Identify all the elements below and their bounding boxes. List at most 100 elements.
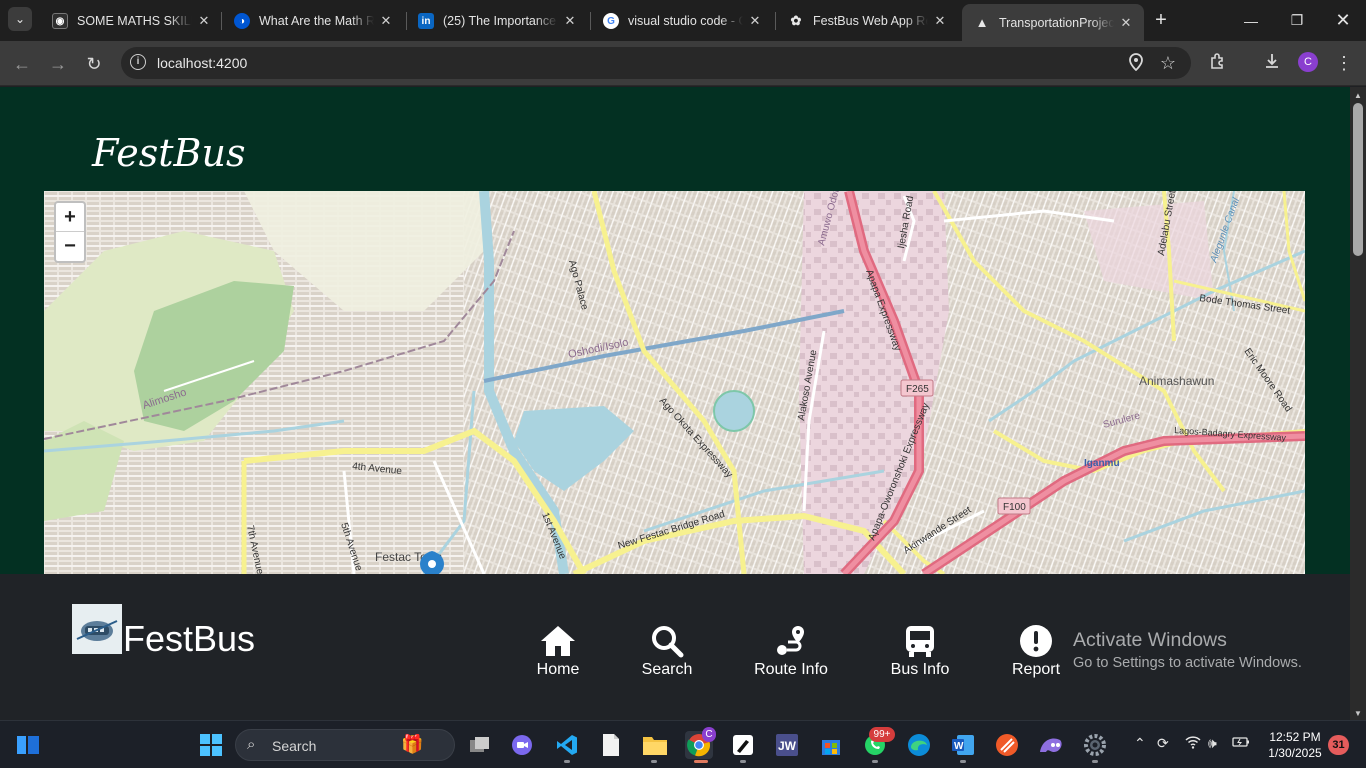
close-icon[interactable]: ✕ <box>196 13 212 29</box>
map-view[interactable]: Alimosho Ago Palace Oshodi/Isolo Ago Oko… <box>44 191 1305 574</box>
watermark-title: Activate Windows <box>1073 629 1227 651</box>
running-indicator <box>1092 760 1098 763</box>
pen-app-icon[interactable] <box>729 731 757 759</box>
route-icon <box>752 624 830 658</box>
battery-icon[interactable] <box>1232 735 1250 751</box>
tab-favicon-linkedin: in <box>418 13 434 29</box>
scroll-down-arrow-icon[interactable]: ▼ <box>1354 709 1362 718</box>
tab-favicon-coursera: ◑ <box>234 13 250 29</box>
browser-tab-active[interactable]: ▲ TransportationProject ✕ <box>962 4 1144 41</box>
profile-avatar[interactable]: C <box>1298 52 1318 72</box>
close-icon[interactable]: ✕ <box>562 13 578 29</box>
file-explorer-icon[interactable] <box>641 731 669 759</box>
word-icon[interactable]: W <box>949 731 977 759</box>
page-scrollbar[interactable]: ▲ ▼ <box>1350 87 1366 720</box>
close-icon[interactable]: ✕ <box>932 13 948 29</box>
svg-text:W: W <box>954 741 964 752</box>
browser-tab[interactable]: ◑ What Are the Math Re ✕ <box>222 6 404 36</box>
file-icon[interactable] <box>597 731 625 759</box>
site-info-icon[interactable]: i <box>130 54 146 70</box>
zoom-out-button[interactable]: − <box>56 232 84 261</box>
chrome-profile-badge: C <box>702 727 716 742</box>
svg-text:JW: JW <box>778 739 797 753</box>
browser-tab[interactable]: G visual studio code - G ✕ <box>591 6 773 36</box>
running-indicator <box>651 760 657 763</box>
nav-report-label: Report <box>1011 661 1061 678</box>
task-view-icon[interactable] <box>466 731 494 759</box>
sync-icon[interactable]: ⟳ <box>1157 735 1169 752</box>
whatsapp-badge: 99+ <box>869 727 895 742</box>
zoom-in-button[interactable]: + <box>56 203 84 232</box>
taskbar-search[interactable]: ⌕ Search 🎁 <box>235 729 455 761</box>
back-button[interactable]: ← <box>8 50 36 78</box>
festbus-logo <box>72 604 122 654</box>
swift-app-icon[interactable] <box>993 731 1021 759</box>
extensions-icon[interactable] <box>1207 52 1229 74</box>
system-clock[interactable]: 12:52 PM 1/30/2025 <box>1263 729 1327 761</box>
close-icon[interactable]: ✕ <box>378 13 394 29</box>
scrollbar-thumb[interactable] <box>1353 103 1363 256</box>
vscode-icon[interactable] <box>553 731 581 759</box>
page-title: FestBus <box>92 131 246 175</box>
windows-start-icon[interactable] <box>197 731 225 759</box>
search-highlight-icon: 🎁 <box>401 734 424 754</box>
map-label: Iganmu <box>1084 458 1120 469</box>
close-icon[interactable]: ✕ <box>1118 15 1134 31</box>
activate-windows-watermark: Activate Windows Go to Settings to activ… <box>1073 629 1302 671</box>
location-icon[interactable] <box>1126 53 1146 73</box>
restore-button[interactable]: ❐ <box>1274 0 1320 41</box>
browser-toolbar: ← → ↻ i localhost:4200 ☆ C ⋮ <box>0 41 1366 86</box>
address-bar-url[interactable]: localhost:4200 <box>157 55 247 71</box>
chevron-up-icon[interactable]: ⌃ <box>1134 735 1146 752</box>
map-label: F265 <box>906 384 929 395</box>
browser-tab[interactable]: in (25) The Importance o ✕ <box>406 6 588 36</box>
nav-bus-info-label: Bus Info <box>890 661 950 678</box>
taskbar-search-label: Search <box>272 738 317 754</box>
header: FestBus Alimosho Ago Palace Oshodi/Isolo… <box>0 87 1350 574</box>
page-content: FestBus Alimosho Ago Palace Oshodi/Isolo… <box>0 87 1350 720</box>
bookmark-star-icon[interactable]: ☆ <box>1158 53 1178 73</box>
browser-tab[interactable]: ◉ SOME MATHS SKILLS ✕ <box>40 6 222 36</box>
nav-home[interactable]: Home <box>528 624 588 679</box>
close-icon[interactable]: ✕ <box>747 13 763 29</box>
menu-kebab-icon[interactable]: ⋮ <box>1333 52 1355 74</box>
store-icon[interactable] <box>817 731 845 759</box>
settings-gear-icon[interactable] <box>1081 731 1109 759</box>
volume-icon[interactable]: 🕪 <box>1208 735 1217 752</box>
tab-favicon-angular: ▲ <box>975 15 989 30</box>
copilot-icon[interactable] <box>1037 731 1065 759</box>
nav-search-label: Search <box>641 661 693 678</box>
running-indicator <box>960 760 966 763</box>
nav-report[interactable]: Report <box>1008 624 1064 679</box>
nav-route-info-label: Route Info <box>754 661 828 678</box>
browser-tab[interactable]: ✿ FestBus Web App Rep ✕ <box>776 6 958 36</box>
map-tiles[interactable]: Alimosho Ago Palace Oshodi/Isolo Ago Oko… <box>44 191 1305 574</box>
wifi-icon[interactable] <box>1185 735 1201 752</box>
clock-time: 12:52 PM <box>1269 730 1321 744</box>
running-indicator <box>564 760 570 763</box>
reload-button[interactable]: ↻ <box>80 50 108 78</box>
jw-app-icon[interactable]: JW <box>773 731 801 759</box>
bus-icon <box>888 624 952 658</box>
chat-app-icon[interactable] <box>508 731 536 759</box>
nav-bus-info[interactable]: Bus Info <box>888 624 952 679</box>
nav-search[interactable]: Search <box>636 624 698 679</box>
close-window-button[interactable]: ✕ <box>1320 0 1366 41</box>
footer-brand: FestBus <box>123 618 256 659</box>
edge-icon[interactable] <box>905 731 933 759</box>
widgets-icon[interactable] <box>14 731 42 759</box>
download-icon[interactable] <box>1261 52 1283 74</box>
tab-search-button[interactable]: ⌄ <box>8 7 32 31</box>
new-tab-button[interactable]: + <box>1149 8 1173 32</box>
minimize-button[interactable]: — <box>1228 0 1274 41</box>
tab-favicon-chatgpt: ✿ <box>790 13 802 28</box>
notification-count-badge[interactable]: 31 <box>1328 735 1349 755</box>
alert-icon <box>1008 624 1064 658</box>
scroll-up-arrow-icon[interactable]: ▲ <box>1354 91 1362 100</box>
tab-title: What Are the Math Re <box>259 14 374 28</box>
address-bar[interactable]: i localhost:4200 ☆ <box>121 47 1191 79</box>
tab-title: visual studio code - G <box>628 14 743 28</box>
forward-button[interactable]: → <box>44 50 72 78</box>
nav-route-info[interactable]: Route Info <box>752 624 830 679</box>
map-label: Animashawun <box>1139 374 1214 388</box>
